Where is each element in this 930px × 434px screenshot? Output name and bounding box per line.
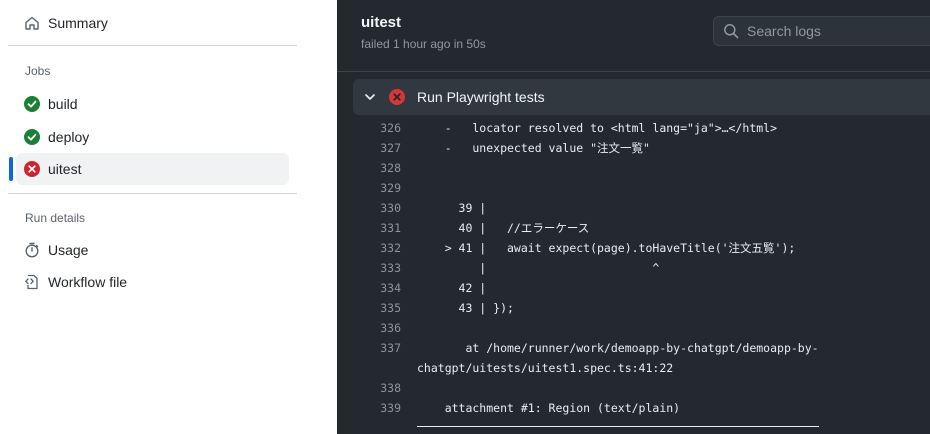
log-text: 39 | bbox=[417, 201, 487, 215]
sidebar-item-label: Summary bbox=[48, 15, 108, 31]
step-title: Run Playwright tests bbox=[417, 89, 545, 105]
line-number[interactable]: 334 bbox=[337, 278, 401, 298]
step-header-run-playwright-tests[interactable]: Run Playwright tests bbox=[353, 79, 930, 115]
chevron-down-icon[interactable] bbox=[363, 90, 377, 104]
run-details-heading: Run details bbox=[25, 211, 86, 225]
check-circle-icon bbox=[24, 129, 40, 145]
line-number[interactable]: 327 bbox=[337, 138, 401, 158]
log-line: 331 40 | //エラーケース bbox=[337, 218, 930, 238]
x-circle-icon bbox=[24, 161, 40, 177]
line-number[interactable]: 333 bbox=[337, 258, 401, 278]
log-line: 335 43 | }); bbox=[337, 298, 930, 318]
sidebar-item-label: deploy bbox=[48, 129, 90, 145]
sidebar-item-deploy[interactable]: deploy bbox=[16, 121, 289, 153]
line-number[interactable]: 329 bbox=[337, 178, 401, 198]
log-line: 329 bbox=[337, 178, 930, 198]
line-number[interactable]: 331 bbox=[337, 218, 401, 238]
log-text: at /home/runner/work/demoapp-by-chatgpt/… bbox=[417, 341, 819, 355]
file-code-icon bbox=[24, 274, 40, 290]
log-panel: uitest failed 1 hour ago in 50s Search l… bbox=[337, 0, 930, 434]
line-number[interactable]: 337 bbox=[337, 338, 401, 358]
line-number[interactable]: 328 bbox=[337, 158, 401, 178]
active-indicator bbox=[9, 157, 13, 181]
search-icon bbox=[723, 23, 739, 39]
log-line: 334 42 | bbox=[337, 278, 930, 298]
log-line: 336 bbox=[337, 318, 930, 338]
jobs-heading: Jobs bbox=[25, 64, 51, 78]
search-placeholder: Search logs bbox=[747, 23, 821, 39]
log-text: 43 | }); bbox=[417, 301, 514, 315]
sidebar-item-label: Workflow file bbox=[48, 274, 128, 290]
log-text: chatgpt/uitests/uitest1.spec.ts:41:22 bbox=[417, 361, 674, 375]
job-status-text: failed 1 hour ago in 50s bbox=[361, 37, 486, 51]
log-text: - unexpected value "注文一覧" bbox=[417, 141, 650, 155]
log-text: 40 | //エラーケース bbox=[417, 221, 590, 235]
sidebar-item-usage[interactable]: Usage bbox=[16, 234, 289, 266]
log-text: - locator resolved to <html lang="ja">…<… bbox=[417, 121, 778, 135]
sidebar-item-uitest[interactable]: uitest bbox=[16, 153, 289, 185]
separator-line bbox=[417, 426, 819, 427]
log-line: 333 | ^ bbox=[337, 258, 930, 278]
log-line: 339 attachment #1: Region (text/plain) bbox=[337, 398, 930, 418]
sidebar-item-label: build bbox=[48, 96, 78, 112]
search-logs-input[interactable]: Search logs bbox=[713, 16, 930, 46]
divider bbox=[8, 45, 297, 46]
line-number[interactable]: 332 bbox=[337, 238, 401, 258]
line-number[interactable]: 326 bbox=[337, 118, 401, 138]
log-text: | ^ bbox=[417, 261, 660, 275]
divider bbox=[8, 193, 297, 194]
line-number[interactable]: 335 bbox=[337, 298, 401, 318]
sidebar-item-summary[interactable]: Summary bbox=[16, 7, 289, 39]
sidebar-item-label: Usage bbox=[48, 242, 89, 258]
x-circle-icon bbox=[389, 89, 405, 105]
divider bbox=[337, 71, 930, 72]
log-line: 338 bbox=[337, 378, 930, 398]
sidebar-item-workflow-file[interactable]: Workflow file bbox=[16, 266, 289, 298]
log-text: 42 | bbox=[417, 281, 487, 295]
log-text: attachment #1: Region (text/plain) bbox=[417, 401, 681, 415]
line-number[interactable]: 336 bbox=[337, 318, 401, 338]
sidebar: Summary Jobs build deploy uitest Run det… bbox=[0, 0, 337, 434]
line-number[interactable]: 330 bbox=[337, 198, 401, 218]
home-icon bbox=[24, 15, 40, 31]
sidebar-item-label: uitest bbox=[48, 161, 82, 177]
check-circle-icon bbox=[24, 96, 40, 112]
log-text: > 41 | await expect(page).toHaveTitle('注… bbox=[417, 241, 796, 255]
job-title: uitest bbox=[361, 14, 402, 31]
stopwatch-icon bbox=[24, 242, 40, 258]
log-line-continuation: chatgpt/uitests/uitest1.spec.ts:41:22 bbox=[337, 358, 930, 378]
log-line: 327 - unexpected value "注文一覧" bbox=[337, 138, 930, 158]
log-line: 328 bbox=[337, 158, 930, 178]
line-number[interactable]: 339 bbox=[337, 398, 401, 418]
log-line: 332 > 41 | await expect(page).toHaveTitl… bbox=[337, 238, 930, 258]
line-number[interactable]: 338 bbox=[337, 378, 401, 398]
log-line: 330 39 | bbox=[337, 198, 930, 218]
log-line: 326 - locator resolved to <html lang="ja… bbox=[337, 118, 930, 138]
log-line: 337 at /home/runner/work/demoapp-by-chat… bbox=[337, 338, 930, 358]
sidebar-item-build[interactable]: build bbox=[16, 88, 289, 120]
